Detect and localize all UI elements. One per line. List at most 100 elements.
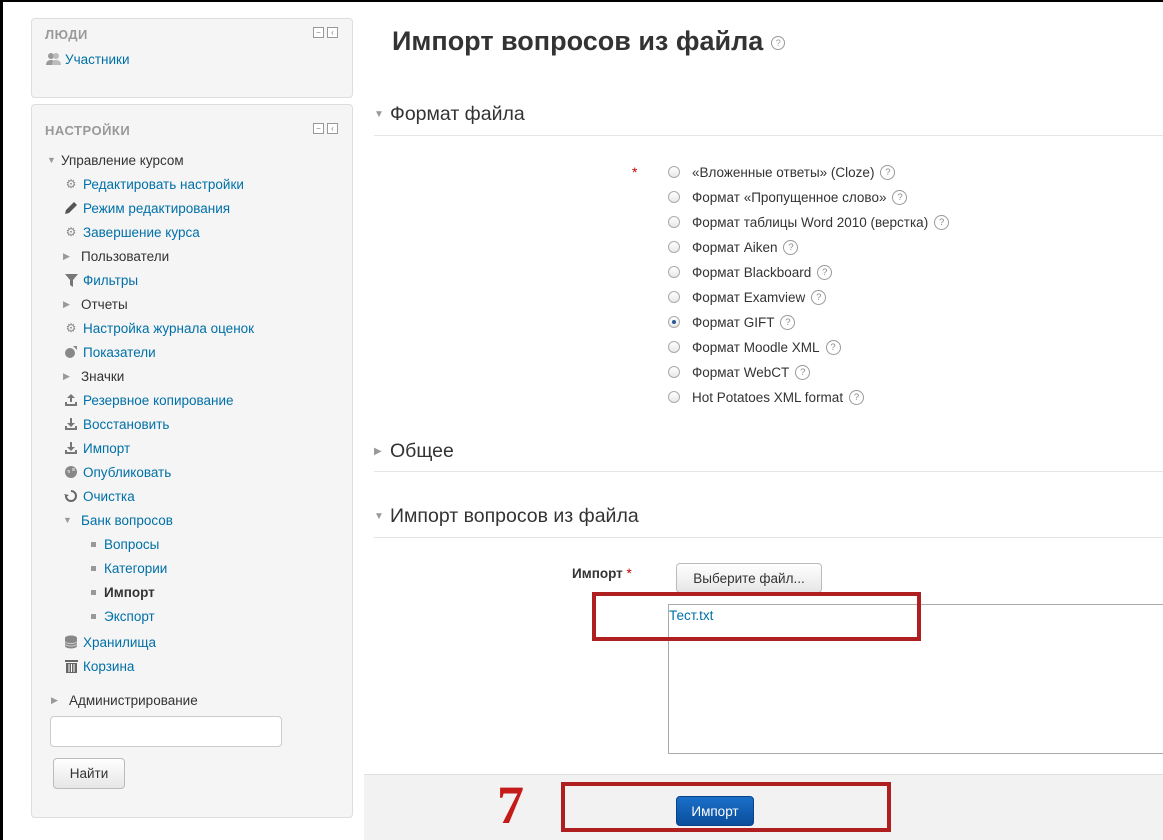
format-option-moodlexml[interactable]: Формат Moodle XML? xyxy=(668,336,841,358)
help-icon[interactable]: ? xyxy=(934,214,950,230)
help-icon[interactable]: ? xyxy=(811,289,827,305)
tree-gradebook-setup-label[interactable]: Настройка журнала оценок xyxy=(83,321,254,336)
help-icon[interactable]: ? xyxy=(849,389,865,405)
tree-restore[interactable]: Восстановить xyxy=(63,414,169,434)
tree-gradebook-setup[interactable]: ⚙ Настройка журнала оценок xyxy=(63,318,254,338)
help-icon[interactable]: ? xyxy=(795,364,811,380)
radio-button[interactable] xyxy=(668,166,680,178)
tree-categories-label[interactable]: Категории xyxy=(104,561,167,576)
pencil-icon xyxy=(63,200,79,216)
tree-reset-label[interactable]: Очистка xyxy=(83,489,135,504)
tree-questions[interactable]: Вопросы xyxy=(91,534,159,554)
tree-outcomes[interactable]: Показатели xyxy=(63,342,156,362)
radio-button[interactable] xyxy=(668,366,680,378)
participants-link[interactable]: Участники xyxy=(65,52,130,67)
tree-recycle-bin-label[interactable]: Корзина xyxy=(83,659,134,674)
tree-edit-mode-label[interactable]: Режим редактирования xyxy=(83,201,230,216)
tree-repositories[interactable]: Хранилища xyxy=(63,632,156,652)
format-option-cloze[interactable]: «Вложенные ответы» (Cloze)? xyxy=(668,161,896,183)
tree-questions-label[interactable]: Вопросы xyxy=(104,537,159,552)
radio-button[interactable] xyxy=(668,391,680,403)
tree-badges[interactable]: ▶ Значки xyxy=(63,366,124,386)
tree-recycle-bin[interactable]: Корзина xyxy=(63,656,134,676)
format-section-header[interactable]: ▼ Формат файла xyxy=(374,103,525,126)
globe-icon xyxy=(63,464,79,480)
bullet-icon xyxy=(91,565,96,571)
radio-button[interactable] xyxy=(668,241,680,253)
dock-icon[interactable]: ‹ xyxy=(327,27,338,38)
tree-backup-label[interactable]: Резервное копирование xyxy=(83,393,234,408)
format-option-missingword[interactable]: Формат «Пропущенное слово»? xyxy=(668,186,908,208)
radio-button[interactable] xyxy=(668,216,680,228)
choose-file-button[interactable]: Выберите файл... xyxy=(676,563,822,593)
participants-link-row[interactable]: Участники xyxy=(45,49,130,69)
help-icon[interactable]: ? xyxy=(771,35,786,50)
format-option-label: «Вложенные ответы» (Cloze) xyxy=(692,164,875,180)
help-icon[interactable]: ? xyxy=(783,239,799,255)
help-icon[interactable]: ? xyxy=(880,164,896,180)
radio-button[interactable] xyxy=(668,266,680,278)
tree-administration[interactable]: ▶ Администрирование xyxy=(51,690,198,710)
radio-button[interactable] xyxy=(668,191,680,203)
format-option-label: Формат Moodle XML xyxy=(692,339,820,355)
tree-outcomes-label[interactable]: Показатели xyxy=(83,345,156,360)
tree-filters-label[interactable]: Фильтры xyxy=(83,273,138,288)
tree-reports[interactable]: ▶ Отчеты xyxy=(63,294,128,314)
format-option-label: Формат «Пропущенное слово» xyxy=(692,189,887,205)
step-number-annotation: 7 xyxy=(497,775,524,835)
tree-question-bank-label[interactable]: Банк вопросов xyxy=(81,513,173,528)
tree-publish[interactable]: Опубликовать xyxy=(63,462,171,482)
tree-export[interactable]: Экспорт xyxy=(91,606,155,626)
tree-import-label[interactable]: Импорт xyxy=(83,441,130,456)
expanded-triangle-icon: ▼ xyxy=(63,515,72,525)
tree-filters[interactable]: Фильтры xyxy=(63,270,138,290)
database-icon xyxy=(63,634,79,650)
tree-question-bank[interactable]: ▼ Банк вопросов xyxy=(63,510,173,530)
tree-repositories-label[interactable]: Хранилища xyxy=(83,635,156,650)
help-icon[interactable]: ? xyxy=(892,189,908,205)
tree-categories[interactable]: Категории xyxy=(91,558,167,578)
tree-course-completion[interactable]: ⚙ Завершение курса xyxy=(63,222,200,242)
tree-administration-label: Администрирование xyxy=(69,692,198,708)
collapse-icon[interactable]: − xyxy=(313,27,324,38)
tree-edit-mode[interactable]: Режим редактирования xyxy=(63,198,230,218)
help-icon[interactable]: ? xyxy=(825,339,841,355)
collapsed-triangle-icon: ▶ xyxy=(63,298,70,309)
tree-publish-label[interactable]: Опубликовать xyxy=(83,465,171,480)
radio-button[interactable] xyxy=(668,341,680,353)
tree-backup[interactable]: Резервное копирование xyxy=(63,390,234,410)
find-button[interactable]: Найти xyxy=(53,758,125,789)
help-icon[interactable]: ? xyxy=(817,264,833,280)
import-field-label-text: Импорт xyxy=(572,566,623,581)
trash-icon xyxy=(63,658,79,674)
radio-button[interactable] xyxy=(668,291,680,303)
format-option-wordtable[interactable]: Формат таблицы Word 2010 (верстка)? xyxy=(668,211,950,233)
general-section-header[interactable]: ▶ Общее xyxy=(374,440,454,463)
format-option-hotpotatoes[interactable]: Hot Potatoes XML format? xyxy=(668,386,865,408)
collapse-icon[interactable]: − xyxy=(313,123,324,134)
import-section-header[interactable]: ▼ Импорт вопросов из файла xyxy=(374,505,639,528)
tree-export-label[interactable]: Экспорт xyxy=(104,609,155,624)
tree-restore-label[interactable]: Восстановить xyxy=(83,417,169,432)
tree-edit-settings[interactable]: ⚙ Редактировать настройки xyxy=(63,174,244,194)
section-divider xyxy=(374,471,1163,472)
format-option-webct[interactable]: Формат WebCT? xyxy=(668,361,811,383)
tree-course-completion-label[interactable]: Завершение курса xyxy=(83,225,200,240)
help-icon[interactable]: ? xyxy=(780,314,796,330)
tree-users[interactable]: ▶ Пользователи xyxy=(63,246,169,266)
tree-qb-import-current[interactable]: Импорт xyxy=(91,582,155,602)
tree-course-admin[interactable]: ▼ Управление курсом xyxy=(47,150,184,170)
section-divider xyxy=(374,135,1163,136)
format-option-blackboard[interactable]: Формат Blackboard? xyxy=(668,261,833,283)
format-option-gift[interactable]: Формат GIFT? xyxy=(668,311,796,333)
tree-import[interactable]: Импорт xyxy=(63,438,130,458)
radio-button-selected[interactable] xyxy=(668,316,680,328)
dock-icon[interactable]: ‹ xyxy=(327,123,338,134)
gear-icon: ⚙ xyxy=(65,225,77,239)
format-option-examview[interactable]: Формат Examview? xyxy=(668,286,827,308)
format-option-label: Формат GIFT xyxy=(692,314,775,330)
block-search-input[interactable] xyxy=(50,716,282,747)
format-option-aiken[interactable]: Формат Aiken? xyxy=(668,236,799,258)
tree-edit-settings-label[interactable]: Редактировать настройки xyxy=(83,177,244,192)
tree-reset[interactable]: Очистка xyxy=(63,486,135,506)
